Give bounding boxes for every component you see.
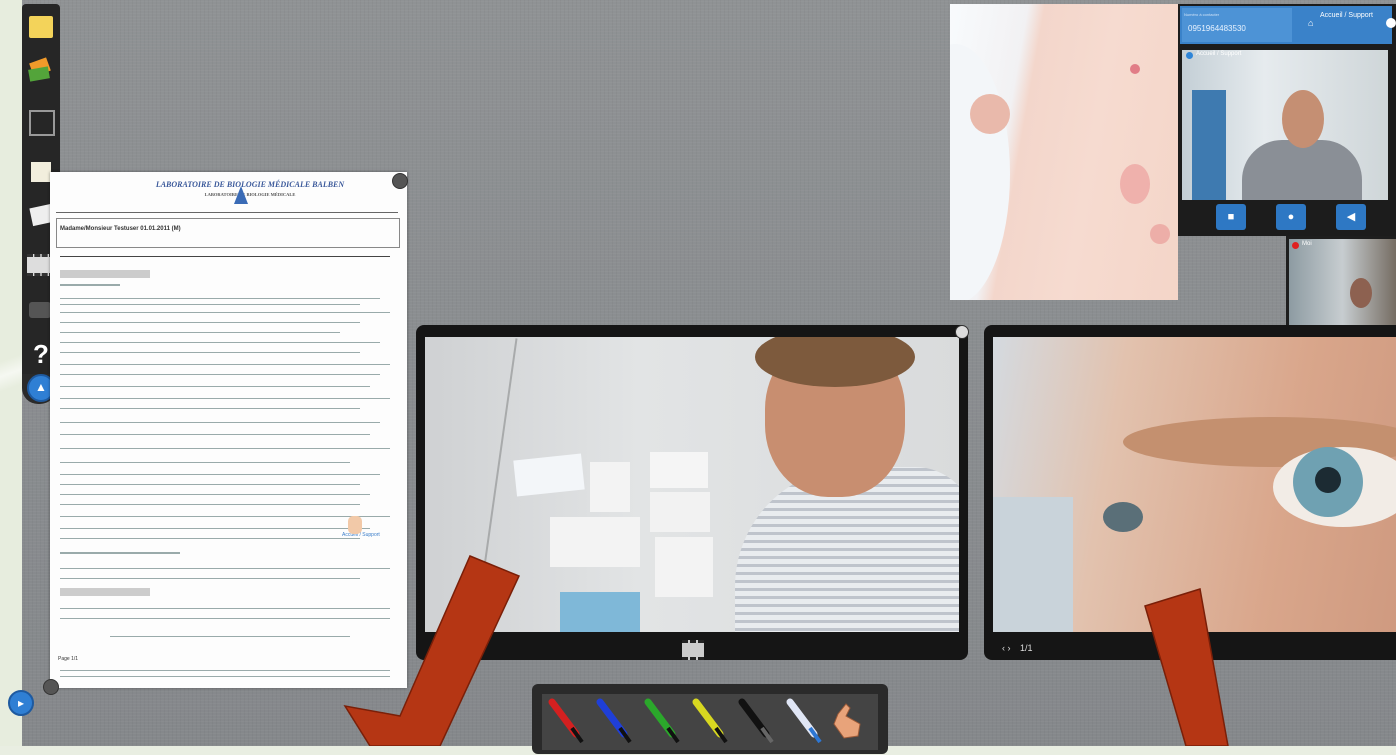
self-preview[interactable]: Moi xyxy=(1286,236,1396,330)
green-pen-icon[interactable] xyxy=(644,698,680,744)
document-close-button[interactable] xyxy=(392,173,408,189)
closeup-video-frame[interactable]: ‹ › 1/1 xyxy=(984,325,1396,660)
skin-closeup-image[interactable] xyxy=(950,4,1178,300)
slide-margin xyxy=(0,0,22,746)
main-video-feed xyxy=(425,337,959,632)
video-call-panel: Numéro à contacter 0951964483530 ⌂ Accue… xyxy=(1178,4,1396,236)
self-label: Moi xyxy=(1302,241,1312,247)
call-header: Numéro à contacter 0951964483530 ⌂ Accue… xyxy=(1180,6,1392,44)
sticky-note-icon[interactable] xyxy=(27,14,55,42)
document-rotate-button[interactable] xyxy=(43,679,59,695)
frame-settings-icon[interactable] xyxy=(955,325,969,339)
document-page-number: Page 1/1 xyxy=(58,656,79,662)
phone-number: 0951964483530 xyxy=(1188,24,1246,33)
number-label: Numéro à contacter xyxy=(1184,12,1220,17)
eraser-pen-icon[interactable] xyxy=(786,698,822,744)
black-pen-icon[interactable] xyxy=(738,698,774,744)
pen-toolbar xyxy=(532,684,888,754)
blank-frame-icon[interactable] xyxy=(27,108,55,136)
call-settings-icon[interactable] xyxy=(1386,18,1396,28)
hand-cursor-icon xyxy=(348,516,362,534)
hand-pointer-icon[interactable] xyxy=(833,703,861,739)
document-watermark: Accueil / Support xyxy=(342,532,380,538)
recording-dot-icon xyxy=(1292,242,1299,249)
microphone-icon[interactable]: ● xyxy=(1276,204,1306,230)
main-video-frame[interactable] xyxy=(416,325,968,660)
status-dot-icon xyxy=(1186,52,1193,59)
yellow-pen-icon[interactable] xyxy=(692,698,728,744)
video-camera-icon[interactable]: ■ xyxy=(1216,204,1246,230)
image-stack-icon[interactable] xyxy=(27,57,55,86)
film-strip-icon[interactable] xyxy=(682,640,704,660)
pens-svg xyxy=(548,698,861,744)
number-box: Numéro à contacter 0951964483530 xyxy=(1182,8,1292,42)
red-pen-icon[interactable] xyxy=(548,698,584,744)
remote-video-feed[interactable]: Accueil / Support xyxy=(1182,50,1388,200)
pager-arrows-icon[interactable]: ‹ › xyxy=(1002,643,1011,653)
home-icon: ⌂ xyxy=(1308,18,1314,28)
document-title: LABORATOIRE DE BIOLOGIE MÉDICALE BALBEN xyxy=(155,180,345,189)
lab-report-document[interactable]: LABORATOIRE DE BIOLOGIE MÉDICALE BALBEN … xyxy=(50,172,407,688)
blue-pen-icon[interactable] xyxy=(596,698,632,744)
remote-video-label: Accueil / Support xyxy=(1196,51,1242,57)
eye-closeup-image xyxy=(993,337,1396,632)
speaker-icon[interactable]: ◀ xyxy=(1336,204,1366,230)
document-subtitle: LABORATOIRE DE BIOLOGIE MÉDICALE xyxy=(204,192,296,197)
support-label: Accueil / Support xyxy=(1320,12,1373,19)
side-panel-toggle-button[interactable]: ▸ xyxy=(8,690,34,716)
image-pager: 1/1 xyxy=(1020,643,1033,653)
